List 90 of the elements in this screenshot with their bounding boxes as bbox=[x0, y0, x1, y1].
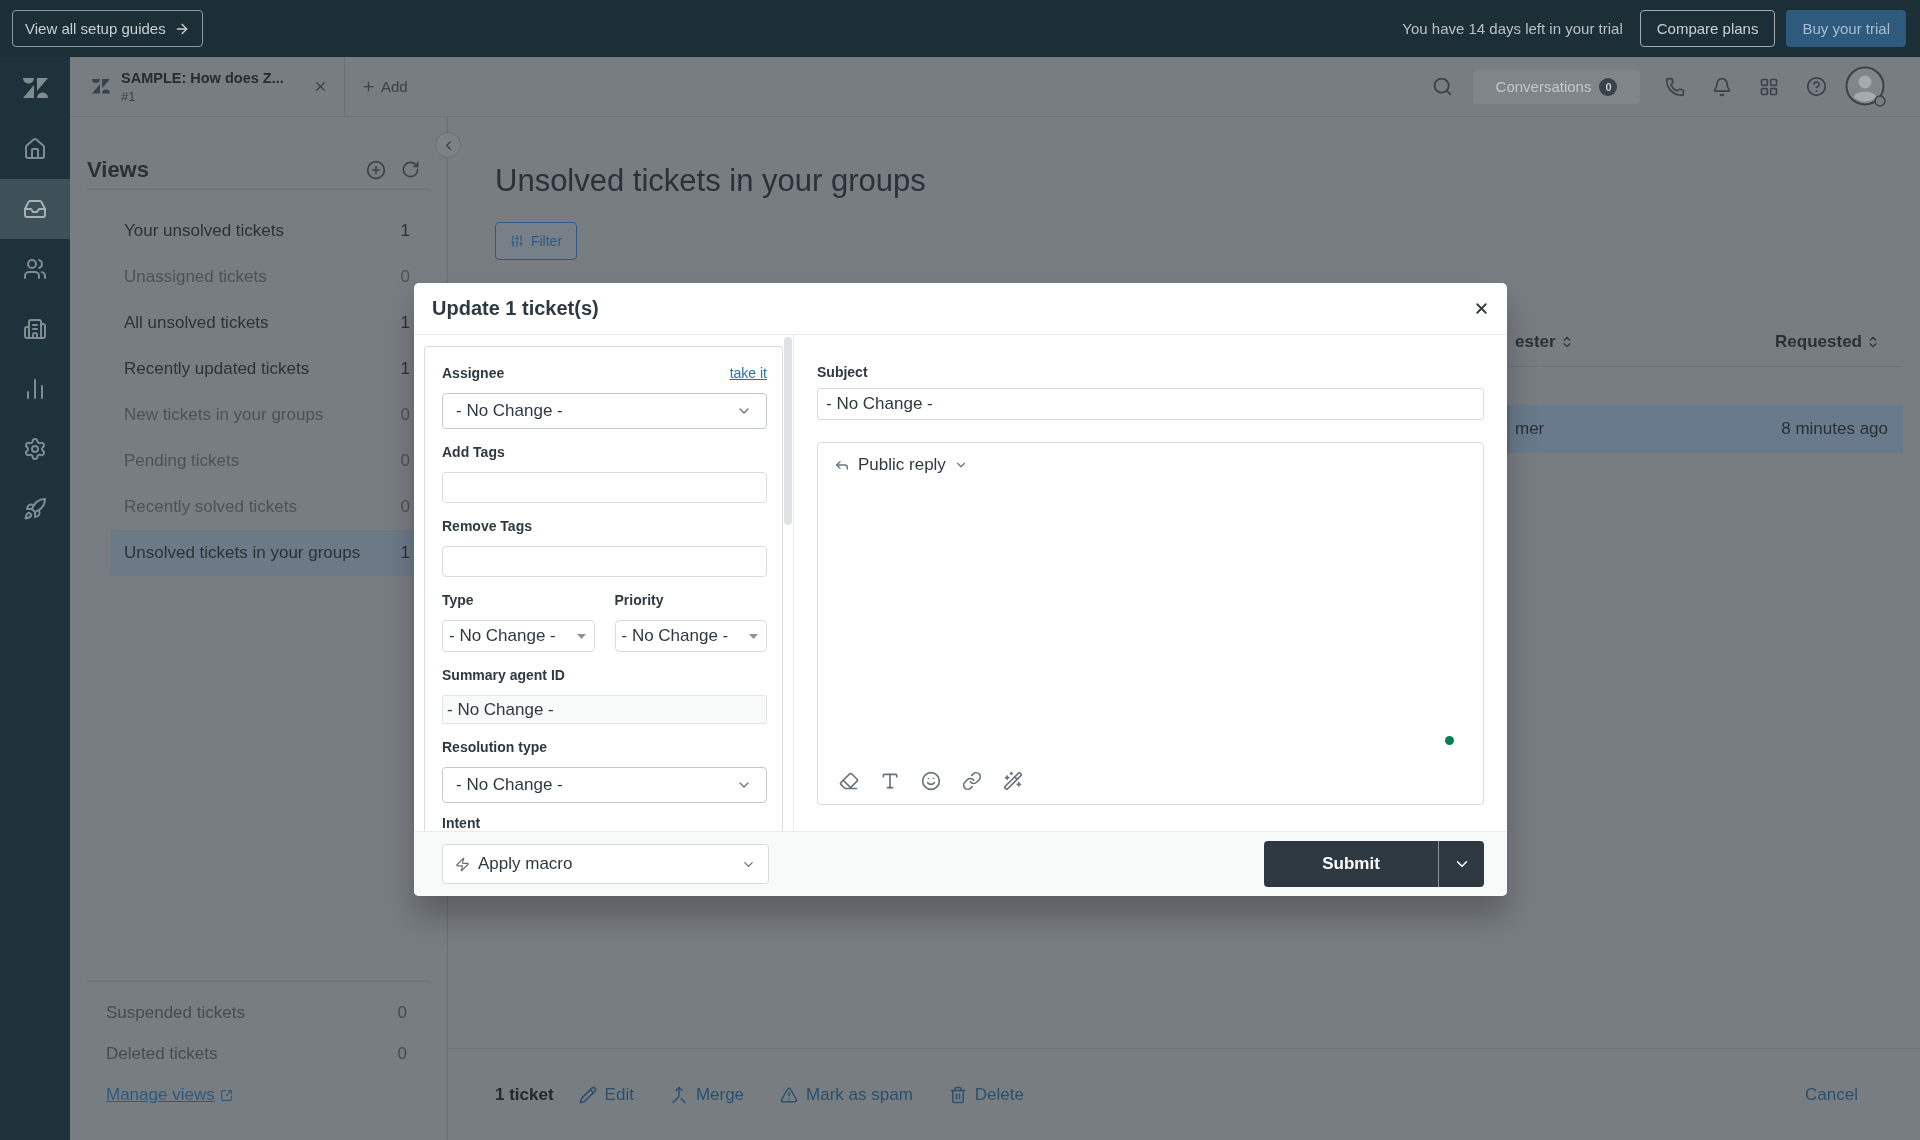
eraser-icon bbox=[839, 771, 859, 791]
trash-icon bbox=[948, 1085, 967, 1104]
reply-mode-button[interactable]: Public reply bbox=[833, 451, 968, 479]
inbox-icon bbox=[23, 197, 47, 221]
tags-input-field[interactable] bbox=[442, 546, 767, 577]
people-icon bbox=[23, 257, 47, 281]
field-label: Resolution type bbox=[442, 738, 547, 757]
pencil-icon bbox=[578, 1085, 597, 1104]
magic-wand-icon bbox=[1003, 771, 1023, 791]
bell-icon bbox=[1712, 76, 1732, 97]
plus-circle-icon bbox=[366, 159, 386, 180]
table-row[interactable]: mer 8 minutes ago bbox=[1507, 405, 1903, 453]
view-item[interactable]: All unsolved tickets 1 bbox=[110, 300, 414, 346]
reply-editor[interactable]: Public reply bbox=[817, 442, 1484, 805]
action-button[interactable]: Edit bbox=[578, 1084, 634, 1105]
apply-macro-select[interactable]: Apply macro bbox=[442, 844, 769, 884]
external-link-icon bbox=[219, 1088, 233, 1102]
field-label: Priority bbox=[614, 591, 664, 610]
phone-icon bbox=[1665, 76, 1685, 97]
view-count: 1 bbox=[400, 221, 410, 241]
field-label: Intent bbox=[442, 814, 481, 831]
view-count: 1 bbox=[400, 543, 410, 563]
help-icon bbox=[1805, 76, 1827, 97]
avatar-icon[interactable] bbox=[1845, 65, 1887, 108]
select-field[interactable]: - No Change - bbox=[442, 620, 595, 652]
building-icon bbox=[23, 317, 47, 341]
rocket-icon bbox=[23, 497, 47, 521]
field-label: Assignee bbox=[442, 364, 505, 383]
submit-button[interactable]: Submit bbox=[1264, 841, 1438, 887]
filter-button[interactable]: Filter bbox=[495, 222, 577, 260]
column-header[interactable]: ester bbox=[1515, 331, 1574, 352]
tab-subtitle: #1 bbox=[121, 89, 136, 104]
conversations-button[interactable]: Conversations 0 bbox=[1473, 69, 1640, 104]
logo-icon bbox=[22, 78, 48, 98]
field-label: Add Tags bbox=[442, 443, 505, 462]
logo-icon bbox=[92, 79, 110, 94]
view-count: 1 bbox=[400, 313, 410, 333]
manage-views-link[interactable]: Manage views bbox=[106, 1074, 233, 1116]
cancel-button[interactable]: Cancel bbox=[1805, 1084, 1858, 1105]
link-icon bbox=[962, 771, 982, 791]
home-icon bbox=[23, 137, 47, 161]
panel-title: Views bbox=[87, 156, 149, 183]
text-icon bbox=[880, 771, 900, 791]
smiley-icon bbox=[921, 771, 941, 791]
dropdown-select[interactable]: - No Change - bbox=[442, 767, 767, 803]
setup-guides-button[interactable]: View all setup guides bbox=[12, 10, 203, 47]
submit-options-button[interactable] bbox=[1438, 841, 1484, 887]
view-item[interactable]: Your unsolved tickets 1 bbox=[110, 208, 414, 254]
tab-title[interactable]: SAMPLE: How does Z... bbox=[121, 69, 284, 87]
add-tab-button[interactable]: Add bbox=[357, 74, 412, 99]
warning-icon bbox=[780, 1085, 799, 1104]
compare-plans-button[interactable]: Compare plans bbox=[1639, 10, 1776, 47]
buy-button[interactable]: Buy your trial bbox=[1786, 10, 1906, 47]
action-button[interactable]: Merge bbox=[669, 1084, 745, 1105]
settings-icon bbox=[23, 437, 47, 461]
view-item[interactable]: Unsolved tickets in your groups 1 bbox=[110, 530, 414, 576]
action-button[interactable]: Delete bbox=[948, 1084, 1024, 1105]
view-item[interactable]: Recently updated tickets 1 bbox=[110, 346, 414, 392]
view-count: 1 bbox=[400, 359, 410, 379]
table-cell: 8 minutes ago bbox=[1781, 419, 1888, 439]
count-badge: 0 bbox=[1599, 77, 1618, 96]
column-header[interactable]: Requested bbox=[1775, 331, 1880, 352]
field-label: Remove Tags bbox=[442, 517, 532, 536]
caret-icon bbox=[749, 633, 758, 639]
sliders-icon bbox=[509, 234, 524, 248]
lightning-icon bbox=[455, 856, 470, 872]
nav-item[interactable] bbox=[0, 179, 70, 239]
table-cell: mer bbox=[1515, 419, 1545, 439]
dialog-title: Update 1 ticket(s) bbox=[432, 297, 599, 320]
page-title: Unsolved tickets in your groups bbox=[495, 162, 926, 200]
action-button[interactable]: Mark as spam bbox=[780, 1084, 913, 1105]
merge-icon bbox=[669, 1085, 688, 1104]
status-dot-icon bbox=[1445, 736, 1454, 745]
plus-icon bbox=[361, 79, 376, 94]
select-field[interactable]: - No Change - bbox=[614, 620, 767, 652]
scrollbar-thumb[interactable] bbox=[784, 337, 792, 525]
search-icon bbox=[1431, 76, 1453, 97]
field-label: Type bbox=[442, 591, 474, 610]
readonly-field[interactable]: - No Change - bbox=[442, 695, 767, 724]
field-label: Subject bbox=[817, 363, 869, 382]
trial-notice: You have 14 days left in your trial bbox=[1402, 20, 1623, 37]
dropdown-select[interactable]: - No Change - bbox=[442, 393, 767, 429]
selection-count: 1 ticket bbox=[495, 1084, 554, 1105]
subject-field[interactable]: - No Change - bbox=[817, 388, 1484, 420]
field-label: Summary agent ID bbox=[442, 666, 565, 685]
caret-icon bbox=[576, 633, 586, 639]
tags-input-field[interactable] bbox=[442, 472, 767, 503]
grid-icon bbox=[1759, 76, 1779, 97]
take-it-link[interactable]: take it bbox=[729, 365, 767, 381]
refresh-icon bbox=[400, 160, 420, 179]
